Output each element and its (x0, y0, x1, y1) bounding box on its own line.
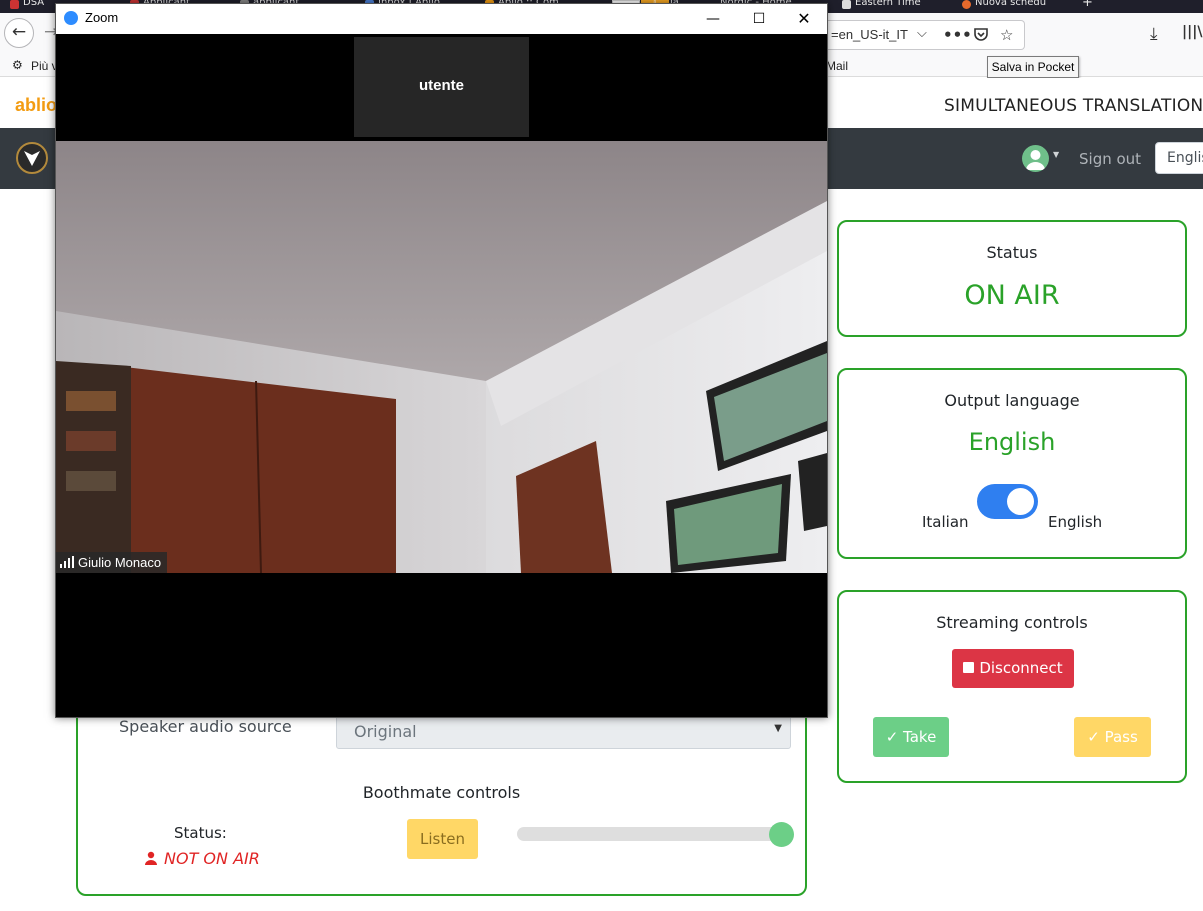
tab-favicon-icon (842, 0, 851, 9)
more-actions-icon[interactable]: ••• (943, 26, 972, 44)
speaker-audio-source-select[interactable]: Original ▼ (336, 714, 791, 749)
zoom-logo-icon (64, 11, 78, 25)
close-icon[interactable]: ✕ (784, 7, 824, 31)
stop-icon (963, 662, 975, 673)
browser-tab[interactable]: Eastern Time (842, 0, 950, 13)
signal-bars-icon (60, 553, 74, 573)
firefox-icon (962, 0, 971, 9)
user-avatar-icon[interactable] (1022, 145, 1049, 172)
minimize-icon[interactable]: — (693, 7, 733, 31)
language-toggle-switch[interactable] (977, 484, 1038, 519)
bookmark-item[interactable]: Più v (31, 59, 58, 73)
take-button[interactable]: ✓ Take (873, 717, 949, 757)
pass-button[interactable]: ✓ Pass (1074, 717, 1151, 757)
select-value: Original (354, 722, 417, 741)
check-icon: ✓ (1087, 728, 1100, 746)
language-select[interactable]: Englis (1155, 142, 1203, 174)
participant-thumbnail[interactable]: utente (354, 37, 529, 137)
card-title: Streaming controls (936, 613, 1088, 632)
output-language-value: English (968, 428, 1056, 456)
gear-icon[interactable]: ⚙ (12, 58, 23, 72)
listen-button[interactable]: Listen (407, 819, 478, 859)
disconnect-button[interactable]: Disconnect (952, 649, 1074, 688)
tab-favicon-icon (10, 0, 19, 9)
user-icon (145, 851, 157, 865)
boothmate-status-label: Status: (174, 824, 227, 842)
url-text[interactable]: =en_US-it_IT (831, 27, 908, 42)
zoom-titlebar[interactable]: Zoom — ☐ ✕ (56, 4, 827, 34)
app-logo-icon[interactable] (16, 142, 48, 174)
streaming-controls-card: Streaming controls Disconnect ✓ Take ✓ P… (837, 590, 1187, 783)
room-video-image (56, 141, 827, 573)
caret-down-icon[interactable]: ▼ (1053, 150, 1059, 159)
boothmate-card: Speaker audio source Original ▼ Boothmat… (76, 690, 807, 896)
boothmate-controls-title: Boothmate controls (362, 783, 521, 802)
back-button[interactable]: ← (4, 18, 34, 48)
participant-video[interactable]: Giulio Monaco (56, 141, 827, 573)
card-title: Status (986, 243, 1038, 262)
check-icon: ✓ (885, 728, 899, 746)
participant-name: Giulio Monaco (78, 555, 162, 570)
chevron-down-icon[interactable]: ⌵ (917, 26, 927, 41)
brand-logo-text[interactable]: ablio (15, 95, 57, 116)
url-bar[interactable]: =en_US-it_IT ⌵ ••• ☆ (825, 20, 1025, 50)
status-value: ON AIR (964, 280, 1060, 311)
download-icon[interactable]: ⤓ (1150, 24, 1158, 44)
library-icon[interactable]: |||\ (1182, 24, 1202, 40)
volume-slider[interactable] (517, 822, 794, 847)
bookmark-item[interactable]: Mail (826, 59, 848, 73)
boothmate-status-value: NOT ON AIR (144, 849, 260, 868)
new-tab-button[interactable]: + (1082, 0, 1096, 13)
tooltip: Salva in Pocket (987, 56, 1079, 78)
slider-handle[interactable] (769, 822, 794, 847)
system-title: SIMULTANEOUS TRANSLATION SYS (944, 96, 1203, 116)
star-bookmark-icon[interactable]: ☆ (1000, 26, 1013, 44)
participant-name-tag: Giulio Monaco (56, 552, 168, 573)
maximize-icon[interactable]: ☐ (739, 7, 779, 31)
toggle-label-italian: Italian (922, 513, 969, 531)
output-language-card: Output language English Italian English (837, 368, 1187, 559)
zoom-window: Zoom — ☐ ✕ utente Giulio Monaco (55, 3, 828, 718)
card-title: Output language (944, 391, 1080, 410)
status-card: Status ON AIR (837, 220, 1187, 337)
participant-thumbnail-name: utente (419, 77, 464, 94)
sign-out-link[interactable]: Sign out (1079, 150, 1141, 168)
toggle-knob (1007, 488, 1034, 515)
browser-tab[interactable]: Nuova schedu (962, 0, 1062, 13)
speaker-audio-source-label: Speaker audio source (119, 717, 292, 736)
pocket-icon[interactable] (973, 26, 989, 46)
caret-down-icon: ▼ (774, 723, 782, 734)
toggle-label-english: English (1048, 513, 1103, 531)
back-arrow-icon: ← (11, 22, 27, 42)
window-title: Zoom (85, 10, 119, 25)
